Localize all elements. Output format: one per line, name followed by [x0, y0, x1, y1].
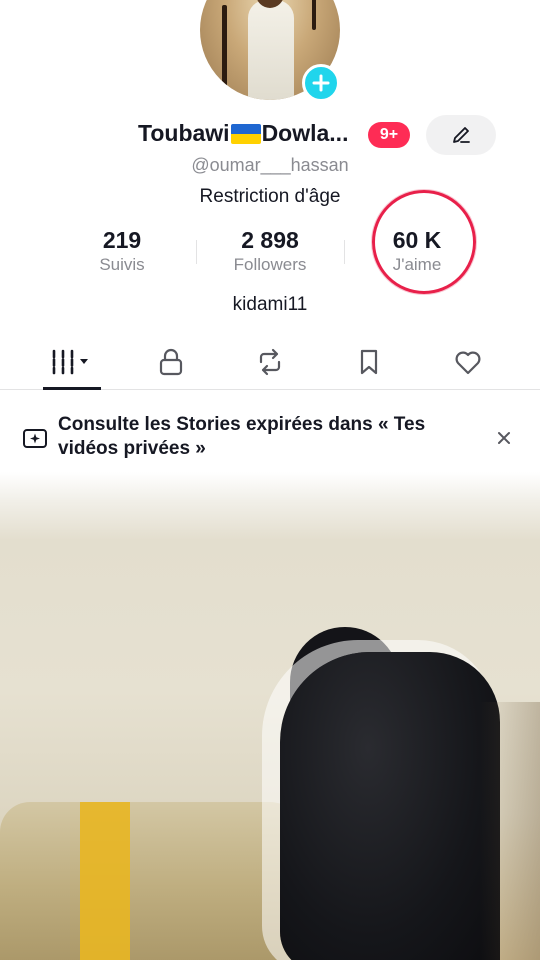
repost-icon: [259, 348, 281, 376]
video-scene-figure: [280, 652, 500, 960]
stories-banner-text[interactable]: Consulte les Stories expirées dans « Tes…: [58, 413, 458, 461]
profile-name: Toubawi Dowla...: [138, 120, 348, 147]
stat-following-label: Suivis: [99, 255, 145, 274]
story-sparkle-icon: [23, 429, 47, 448]
tab-favorites[interactable]: [315, 334, 423, 390]
stat-followers-value: 2 898: [241, 227, 299, 253]
heart-icon: [455, 351, 481, 375]
plus-icon: [312, 74, 330, 92]
stories-banner[interactable]: Consulte les Stories expirées dans « Tes…: [0, 400, 540, 472]
profile-tabs: [0, 334, 540, 390]
avatar-detail: [312, 0, 316, 30]
bookmark-icon: [360, 349, 378, 375]
video-scene-shadow: [480, 702, 540, 960]
tab-reposts[interactable]: [216, 334, 324, 390]
edit-profile-button[interactable]: [426, 115, 496, 155]
video-thumbnail[interactable]: [0, 472, 540, 960]
tab-private[interactable]: [117, 334, 225, 390]
active-tab-indicator: [43, 387, 101, 390]
stat-followers-label: Followers: [233, 255, 307, 274]
tab-videos[interactable]: [18, 334, 126, 390]
name-row: Toubawi Dowla... 9+: [0, 115, 540, 155]
profile-bio: kidami11: [232, 294, 308, 315]
stat-divider: [344, 240, 345, 264]
stat-divider: [196, 240, 197, 264]
stat-following[interactable]: 219 Suivis: [52, 226, 192, 276]
stat-followers[interactable]: 2 898 Followers: [200, 226, 340, 276]
tab-liked[interactable]: [414, 334, 522, 390]
profile-name-part1: Toubawi: [138, 120, 230, 146]
avatar-detail: [222, 5, 227, 100]
profile-avatar-container[interactable]: [200, 0, 340, 102]
profile-handle: @oumar___hassan: [191, 155, 349, 175]
add-avatar-button[interactable]: [302, 64, 340, 102]
likes-highlight-circle: [372, 190, 476, 294]
close-icon[interactable]: [492, 426, 516, 450]
lock-icon: [159, 348, 183, 376]
notification-badge[interactable]: 9+: [368, 122, 410, 148]
avatar-figure: [248, 0, 294, 100]
stat-following-value: 219: [102, 227, 142, 253]
grid-icon: [52, 349, 88, 375]
profile-name-part2: Dowla...: [261, 120, 349, 146]
pencil-icon: [453, 127, 470, 143]
video-scene-shelf: [0, 802, 300, 960]
ukraine-flag-icon: [230, 124, 261, 144]
video-scene-stripe: [80, 802, 130, 960]
